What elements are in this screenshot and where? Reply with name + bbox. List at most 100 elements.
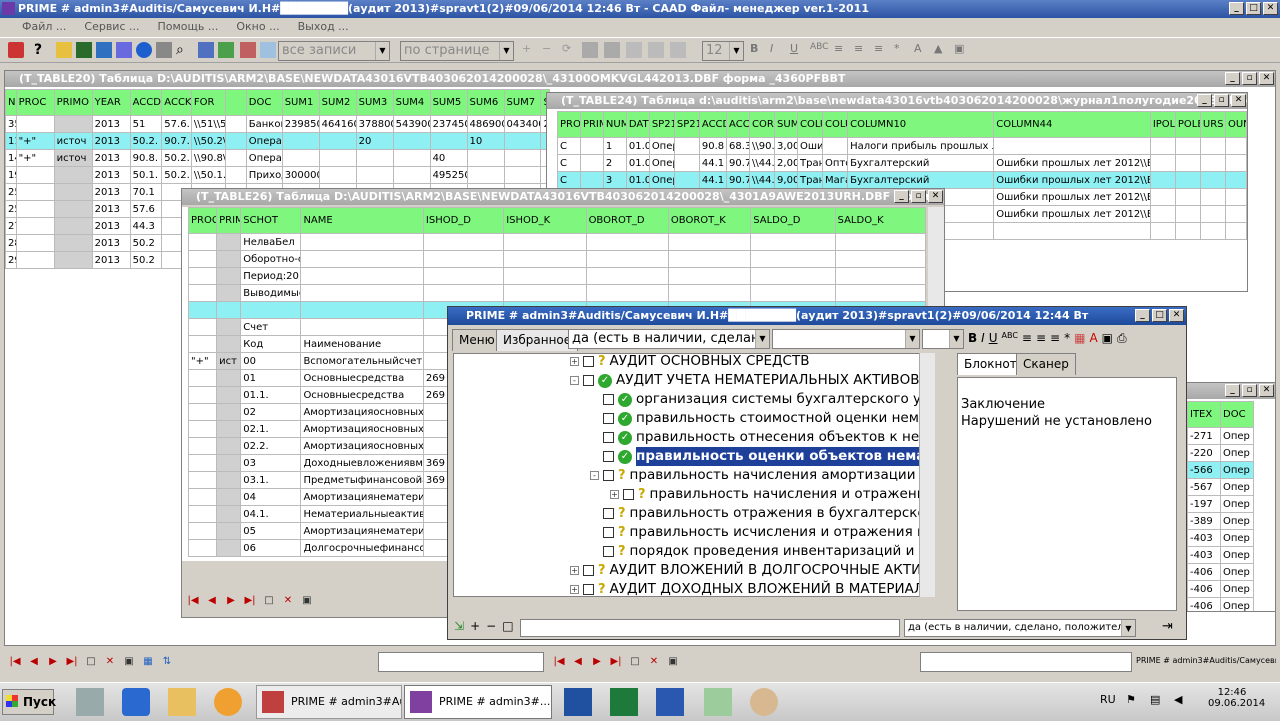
table-cell[interactable] (750, 284, 836, 302)
chevron-down-icon[interactable]: ▼ (949, 330, 963, 348)
delete-record-icon[interactable]: ✕ (281, 594, 295, 608)
table-cell[interactable] (318, 166, 357, 184)
table-row[interactable]: 195 201350.1.50.2.\\50.1.\\ Приход300000 49… (5, 166, 550, 184)
tree-node[interactable]: ?порядок проведения инвентаризаций и отр… (590, 542, 934, 561)
color-icon[interactable] (648, 42, 664, 58)
table-cell[interactable]: 290 (5, 251, 17, 269)
table-cell[interactable]: Код (240, 335, 302, 353)
professor-icon[interactable] (750, 688, 778, 716)
comment-input[interactable] (520, 619, 900, 637)
table-cell[interactable] (579, 154, 604, 172)
table-cell[interactable]: 289 (5, 234, 17, 252)
table-cell[interactable]: 01.0 (625, 137, 650, 155)
table-cell[interactable]: -406 (1187, 580, 1221, 598)
table-cell[interactable]: 378800 (355, 115, 394, 133)
expand-icon[interactable]: + (610, 490, 619, 499)
notes-icon[interactable] (704, 688, 732, 716)
table-cell[interactable] (300, 301, 424, 319)
table-cell[interactable] (1174, 154, 1201, 172)
table-cell[interactable] (15, 183, 55, 201)
table-cell[interactable] (216, 471, 242, 489)
table-cell[interactable]: 2013 (91, 166, 131, 184)
table-cell[interactable]: 50.2 (129, 251, 163, 269)
table-cell[interactable] (1149, 154, 1176, 172)
language-indicator[interactable]: RU (1100, 693, 1116, 706)
column-header[interactable]: PRIMO (53, 89, 93, 116)
table-cell[interactable]: Бухгалтерский (847, 154, 995, 172)
table-cell[interactable]: \\50.2\\ (190, 132, 226, 150)
align-right-icon[interactable]: ≡ (1050, 331, 1060, 346)
app-fox-icon[interactable] (214, 688, 242, 716)
table-cell[interactable]: -220 (1187, 444, 1221, 462)
column-header[interactable]: SALDO_K (834, 207, 927, 234)
column-header[interactable]: ACCKTID (161, 89, 192, 116)
paste-icon[interactable] (604, 42, 620, 58)
underline-icon[interactable]: U (790, 42, 806, 58)
table-cell[interactable] (1174, 137, 1201, 155)
prev-record-icon[interactable]: ◀ (27, 655, 41, 669)
table-cell[interactable]: 90.8 (698, 137, 728, 155)
tree-checkbox[interactable] (603, 394, 614, 405)
table-row[interactable]: 116"+"источ201350.2.90.7.\\50.2\\ Операц 2… (5, 132, 550, 150)
bold-icon[interactable]: B (968, 331, 977, 346)
table-cell[interactable]: Ошибки прошлых лет 2012\\Без НДС (993, 205, 1151, 223)
tree-node[interactable]: +? АУДИТ ДОХОДНЫХ ВЛОЖЕНИЙ В МАТЕРИАЛЬ (570, 580, 933, 596)
table-cell[interactable]: -403 (1187, 529, 1221, 547)
text-color-icon[interactable]: A (914, 42, 930, 58)
table-cell[interactable] (216, 386, 242, 404)
table-cell[interactable]: -566 (1187, 461, 1221, 479)
table-cell[interactable] (216, 369, 242, 387)
tree-checkbox[interactable] (603, 508, 614, 519)
table-cell[interactable] (579, 171, 604, 189)
table-row[interactable]: -406 Опер (1187, 597, 1254, 611)
table-cell[interactable]: Опер (648, 154, 675, 172)
table-cell[interactable] (585, 267, 669, 285)
table-row[interactable]: 144"+"источ201390.8.50.2.\\90.8\\ Операц 4… (5, 149, 550, 167)
edit-icon[interactable] (198, 42, 214, 58)
table-row[interactable]: -197 Опер (1187, 495, 1254, 513)
column-header[interactable]: SUM7 (503, 89, 542, 116)
underline-icon[interactable]: U (989, 331, 998, 346)
table-row[interactable]: -403 Опер (1187, 546, 1254, 564)
table-cell[interactable] (1149, 222, 1176, 240)
tree-checkbox[interactable] (583, 584, 594, 595)
add-icon[interactable]: + (470, 619, 480, 633)
table-cell[interactable] (503, 166, 542, 184)
tree-node[interactable]: ✓ правильность отнесения объектов к немат… (590, 428, 934, 447)
table-row[interactable]: Выводимые (187, 284, 927, 302)
table-cell[interactable]: С (557, 137, 581, 155)
table-cell[interactable] (216, 284, 242, 302)
table-cell[interactable] (300, 233, 424, 251)
table-cell[interactable]: Бухгалтерский (847, 171, 995, 189)
table-cell[interactable]: 05 (240, 522, 302, 540)
table-cell[interactable] (993, 222, 1151, 240)
menu-exit[interactable]: Выход ... (298, 18, 349, 36)
tab-scanner[interactable]: Сканер (1016, 353, 1076, 375)
remove-icon[interactable]: − (542, 42, 558, 58)
table-cell[interactable]: С (557, 171, 581, 189)
table24-search-input[interactable] (920, 652, 1132, 672)
last-record-icon[interactable]: ▶| (65, 655, 79, 669)
maximize-button[interactable]: □ (1246, 2, 1261, 15)
table-cell[interactable]: -567 (1187, 478, 1221, 496)
table-cell[interactable] (422, 267, 505, 285)
table-cell[interactable] (422, 233, 505, 251)
table-cell[interactable]: Долгосрочныефинансов (300, 539, 424, 557)
save-record-icon[interactable]: ▣ (300, 594, 314, 608)
menu-help[interactable]: Помощь ... (158, 18, 219, 36)
table-cell[interactable]: 252 (5, 183, 17, 201)
table-cell[interactable]: 01 (240, 369, 302, 387)
menu-service[interactable]: Сервис ... (84, 18, 139, 36)
table-cell[interactable] (187, 284, 218, 302)
table-cell[interactable]: Опер (1220, 597, 1254, 611)
table-cell[interactable]: Опто (822, 154, 849, 172)
table-cell[interactable]: 57.6. (161, 115, 192, 133)
table-cell[interactable]: 51 (129, 115, 163, 133)
table-cell[interactable] (503, 149, 542, 167)
table-cell[interactable]: 68.3 (726, 137, 750, 155)
tab-notebook[interactable]: Блокнот (957, 353, 1024, 375)
table-cell[interactable]: 50.2. (129, 132, 163, 150)
chevron-down-icon[interactable]: ▼ (375, 42, 389, 60)
table-cell[interactable] (422, 250, 505, 268)
refresh-icon[interactable]: ⟳ (562, 42, 578, 58)
